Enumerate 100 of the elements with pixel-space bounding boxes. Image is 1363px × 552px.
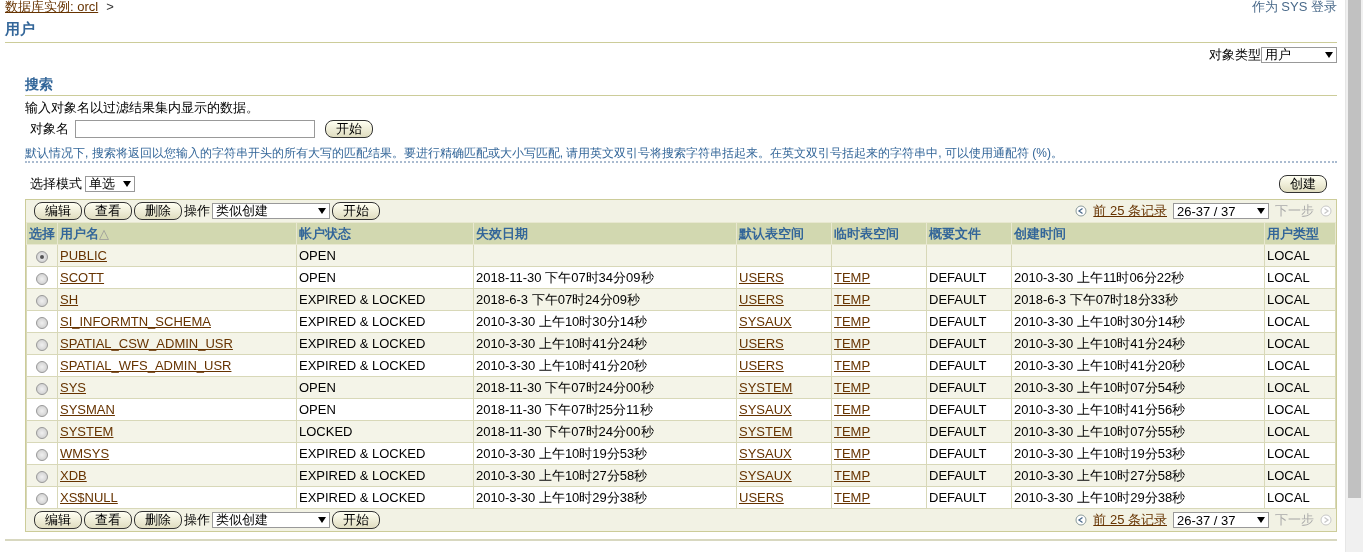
table-cell: 2010-3-30 上午10时41分24秒: [476, 335, 648, 351]
previous-page-link[interactable]: 前 25 条记录: [1093, 511, 1167, 529]
table-cell: LOCAL: [1267, 380, 1310, 395]
action-label: 操作: [184, 511, 210, 529]
create-button[interactable]: 创建: [1279, 175, 1327, 193]
scrollbar[interactable]: [1345, 0, 1363, 552]
table-cell: LOCAL: [1267, 336, 1310, 351]
user-name-link[interactable]: XDB: [60, 468, 87, 483]
table-cell: 2010-3-30 上午11时06分22秒: [1014, 269, 1185, 285]
toolbar-button[interactable]: 编辑: [34, 511, 82, 529]
page-range-select[interactable]: 26-37 / 37: [1173, 512, 1269, 528]
table-cell: 2010-3-30 上午10时29分38秒: [476, 489, 648, 505]
user-name-link[interactable]: SH: [60, 292, 79, 307]
row-radio[interactable]: [36, 382, 48, 395]
table-cell: OPEN: [299, 402, 336, 417]
table-cell: EXPIRED & LOCKED: [299, 336, 426, 351]
user-name-link[interactable]: XS$NULL: [60, 490, 118, 505]
column-header[interactable]: 临时表空间: [831, 222, 927, 245]
object-name-field[interactable]: [75, 120, 315, 138]
table-cell: LOCAL: [1267, 446, 1310, 461]
selection-mode-select[interactable]: 单选: [85, 176, 135, 192]
toolbar-button[interactable]: 删除: [134, 511, 182, 529]
action-select[interactable]: 类似创建: [212, 203, 330, 219]
previous-icon[interactable]: [1075, 514, 1088, 526]
column-header[interactable]: 创建时间: [1011, 222, 1265, 245]
table-cell: EXPIRED & LOCKED: [299, 446, 426, 461]
row-radio[interactable]: [36, 426, 48, 439]
table-cell: LOCAL: [1267, 468, 1310, 483]
table-cell: DEFAULT: [929, 314, 987, 329]
table-cell: 2010-3-30 上午10时19分53秒: [476, 445, 648, 461]
table-cell: LOCAL: [1267, 358, 1310, 373]
table-cell: DEFAULT: [929, 468, 987, 483]
column-header[interactable]: 选择: [26, 222, 58, 245]
column-header[interactable]: 用户名△: [57, 222, 297, 245]
row-radio[interactable]: [36, 338, 48, 351]
dropdown-arrow-icon: [318, 208, 326, 214]
page-range-select[interactable]: 26-37 / 37: [1173, 203, 1269, 219]
table-cell: 2018-6-3 下午07时24分09秒: [476, 291, 641, 307]
row-radio[interactable]: [36, 294, 48, 307]
go-button[interactable]: 开始: [332, 202, 380, 220]
table-cell: EXPIRED & LOCKED: [299, 314, 426, 329]
object-type-label: 对象类型: [1209, 46, 1261, 64]
previous-page-link[interactable]: 前 25 条记录: [1093, 202, 1167, 220]
table-cell: 2010-3-30 上午10时29分38秒: [1014, 489, 1186, 505]
user-name-link[interactable]: SYSTEM: [60, 424, 114, 439]
toolbar-button[interactable]: 编辑: [34, 202, 82, 220]
table-cell: EXPIRED & LOCKED: [299, 490, 426, 505]
table-cell: 2018-11-30 下午07时34分09秒: [476, 269, 654, 285]
search-title: 搜索: [25, 70, 1337, 96]
row-radio[interactable]: [36, 316, 48, 329]
column-header[interactable]: 失效日期: [473, 222, 737, 245]
table-cell: DEFAULT: [929, 336, 987, 351]
toolbar-button[interactable]: 删除: [134, 202, 182, 220]
table-cell: 2010-3-30 上午10时07分54秒: [1014, 379, 1186, 395]
column-header[interactable]: 概要文件: [926, 222, 1012, 245]
table-cell: 2010-3-30 上午10时27分58秒: [476, 467, 648, 483]
column-header[interactable]: 帐户状态: [296, 222, 474, 245]
breadcrumb-separator: >: [106, 0, 114, 14]
column-header[interactable]: 默认表空间: [736, 222, 832, 245]
dropdown-arrow-icon: [318, 517, 326, 523]
object-type-select[interactable]: 用户: [1261, 47, 1337, 63]
previous-icon[interactable]: [1075, 205, 1088, 217]
table-cell: 2010-3-30 上午10时41分20秒: [1014, 357, 1186, 373]
action-select[interactable]: 类似创建: [212, 512, 330, 528]
user-name-link[interactable]: WMSYS: [60, 446, 110, 461]
row-radio[interactable]: [36, 272, 48, 285]
toolbar-button[interactable]: 查看: [84, 511, 132, 529]
row-radio[interactable]: [36, 360, 48, 373]
go-button[interactable]: 开始: [325, 120, 373, 138]
user-name-link[interactable]: SYS: [60, 380, 86, 395]
column-header[interactable]: 用户类型: [1264, 222, 1336, 245]
table-cell: LOCAL: [1267, 424, 1310, 439]
table-cell: 2010-3-30 上午10时30分14秒: [1014, 313, 1186, 329]
table-cell: OPEN: [299, 248, 336, 263]
scrollbar-thumb[interactable]: [1348, 0, 1361, 498]
action-label: 操作: [184, 202, 210, 220]
breadcrumb-link[interactable]: 数据库实例: orcl: [5, 0, 99, 14]
go-button[interactable]: 开始: [332, 511, 380, 529]
table-cell: DEFAULT: [929, 380, 987, 395]
table-cell: 2010-3-30 上午10时19分53秒: [1014, 445, 1186, 461]
user-name-link[interactable]: SCOTT: [60, 270, 105, 285]
row-radio[interactable]: [36, 448, 48, 461]
table-cell: LOCAL: [1267, 270, 1310, 285]
user-name-link[interactable]: SYSMAN: [60, 402, 115, 417]
table-cell: 2010-3-30 上午10时41分20秒: [476, 357, 648, 373]
table-cell: 2018-11-30 下午07时24分00秒: [476, 379, 654, 395]
table-cell: DEFAULT: [929, 270, 987, 285]
row-radio[interactable]: [36, 250, 48, 263]
table-cell: EXPIRED & LOCKED: [299, 358, 426, 373]
table-cell: 2018-11-30 下午07时24分00秒: [476, 423, 654, 439]
toolbar-button[interactable]: 查看: [84, 202, 132, 220]
table-cell: LOCKED: [299, 424, 353, 439]
row-radio[interactable]: [36, 404, 48, 417]
row-radio[interactable]: [36, 492, 48, 505]
table-cell: LOCAL: [1267, 490, 1310, 505]
row-radio[interactable]: [36, 470, 48, 483]
table-cell: 2010-3-30 上午10时41分24秒: [1014, 335, 1186, 351]
table-cell: 2010-3-30 上午10时41分56秒: [1014, 401, 1186, 417]
table-cell: LOCAL: [1267, 402, 1310, 417]
user-name-link[interactable]: PUBLIC: [60, 248, 107, 263]
